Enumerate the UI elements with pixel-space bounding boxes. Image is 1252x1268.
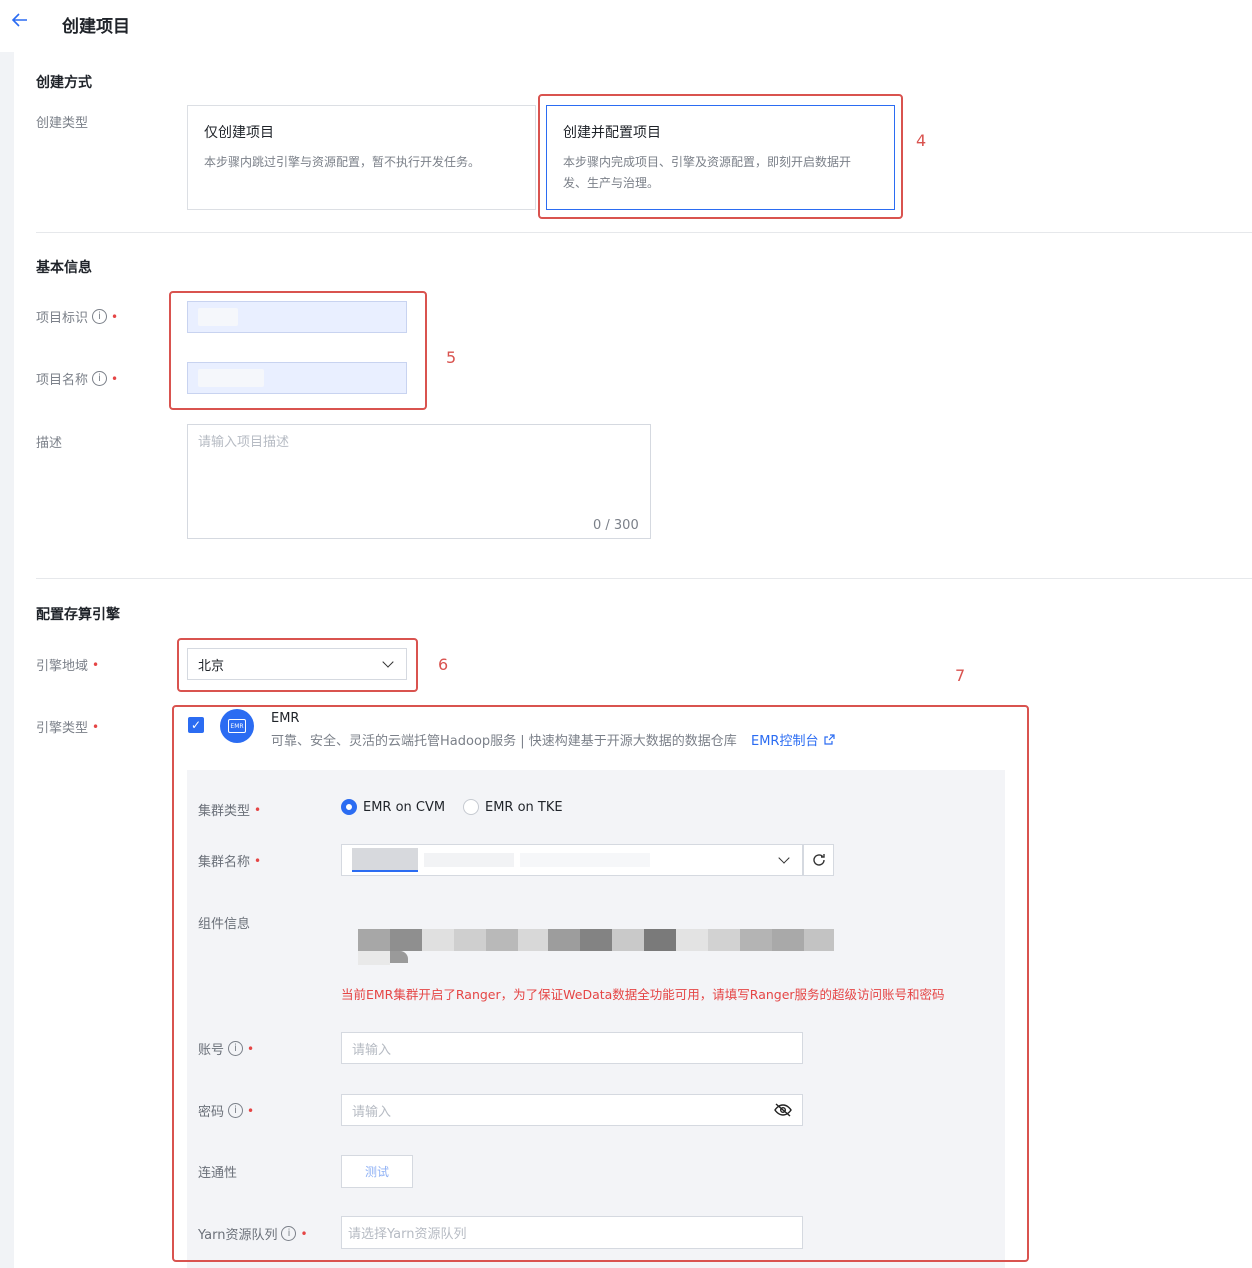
required-mark: • [111,371,119,386]
info-icon[interactable]: i [92,309,108,324]
project-id-label-text: 项目标识 [36,311,89,326]
description-label-text: 描述 [36,436,63,451]
section-title-create-mode: 创建方式 [36,75,92,91]
annotation-number-7: 7 [955,666,966,685]
annotation-box-6 [177,638,418,692]
annotation-box-4 [538,94,903,219]
engine-type-label: 引擎类型 • [36,717,100,737]
region-label-text: 引擎地域 [36,659,89,674]
annotation-box-5 [169,291,427,410]
section-title-basic-info: 基本信息 [36,260,92,276]
project-name-label: 项目名称 i • [36,369,118,388]
project-name-label-text: 项目名称 [36,373,89,388]
create-type-label: 创建类型 [36,112,88,131]
section-divider [36,232,1252,233]
option-card-desc: 本步骤内跳过引擎与资源配置，暂不执行开发任务。 [204,155,481,169]
annotation-box-7 [172,705,1029,1262]
project-id-label: 项目标识 i • [36,307,118,326]
region-label: 引擎地域 • [36,655,100,675]
annotation-number-4: 4 [916,131,927,150]
section-title-engine: 配置存算引擎 [36,607,120,623]
engine-type-label-text: 引擎类型 [36,721,89,736]
create-project-page: 创建项目 创建方式 创建类型 仅创建项目 本步骤内跳过引擎与资源配置，暂不执行开… [0,0,1252,1268]
arrow-left-icon [11,13,27,27]
description-label: 描述 [36,432,62,451]
option-card-title: 仅创建项目 [204,125,274,141]
description-placeholder: 请输入项目描述 [198,435,290,450]
info-icon[interactable]: i [92,371,108,386]
annotation-number-6: 6 [438,655,449,674]
required-mark: • [92,719,100,734]
required-mark: • [92,657,100,672]
section-divider [36,578,1252,579]
back-arrow-icon[interactable] [10,10,34,34]
create-type-label-text: 创建类型 [36,116,89,131]
option-card-create-only[interactable]: 仅创建项目 本步骤内跳过引擎与资源配置，暂不执行开发任务。 [187,105,536,210]
page-title: 创建项目 [62,17,130,37]
description-textarea[interactable]: 请输入项目描述 [187,424,651,539]
left-scroll-gutter [0,52,14,1268]
description-counter: 0 / 300 [593,518,639,533]
required-mark: • [111,309,119,324]
annotation-number-5: 5 [446,348,457,367]
